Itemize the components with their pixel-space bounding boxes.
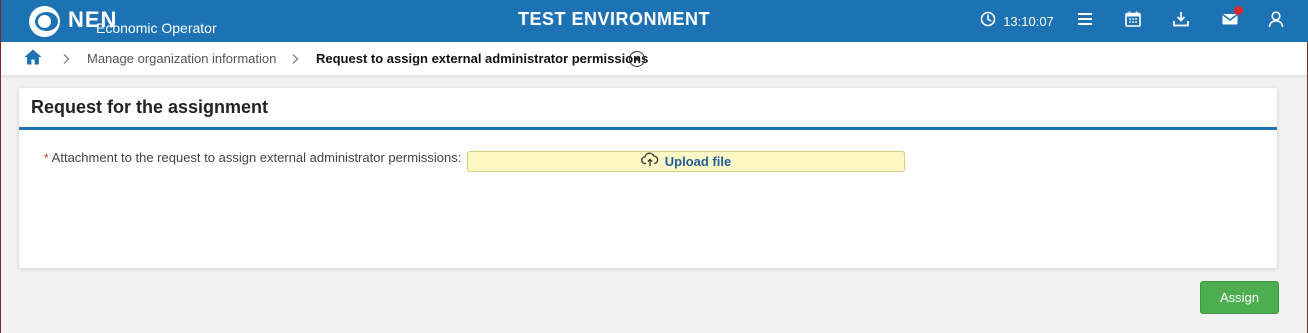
- panel-header: Request for the assignment: [19, 88, 1277, 130]
- messages-button[interactable]: [1215, 0, 1245, 42]
- user-icon: [1267, 10, 1285, 33]
- user-menu-button[interactable]: [1263, 0, 1289, 42]
- attachment-label: Attachment to the request to assign exte…: [51, 150, 462, 165]
- breadcrumb-item-manage-organization[interactable]: Manage organization information: [87, 42, 276, 75]
- attachment-field: * Attachment to the request to assign ex…: [44, 150, 461, 165]
- breadcrumb-home[interactable]: [23, 42, 45, 75]
- menu-icon: [1076, 10, 1094, 33]
- clock-icon: [980, 11, 996, 32]
- calendar-icon: [1124, 10, 1142, 33]
- cloud-upload-icon: [640, 151, 659, 172]
- downloads-button[interactable]: [1168, 0, 1194, 42]
- session-clock: 13:10:07: [976, 0, 1058, 42]
- close-tab-button[interactable]: [629, 42, 645, 75]
- chevron-right-icon: [61, 42, 71, 75]
- assign-button[interactable]: Assign: [1200, 281, 1279, 314]
- download-icon: [1172, 10, 1190, 33]
- breadcrumb-item-current: Request to assign external administrator…: [316, 51, 649, 66]
- close-icon: [629, 50, 645, 67]
- upload-file-label: Upload file: [664, 154, 732, 169]
- breadcrumb: Manage organization information Request …: [1, 42, 1307, 75]
- chevron-right-icon: [290, 42, 300, 75]
- clock-time: 13:10:07: [1003, 13, 1054, 29]
- top-bar: NEN Economic Operator TEST ENVIRONMENT 1…: [1, 0, 1308, 42]
- calendar-button[interactable]: [1120, 0, 1146, 42]
- required-marker: *: [44, 150, 49, 165]
- upload-file-button[interactable]: Upload file: [467, 151, 905, 172]
- notification-badge: [1234, 6, 1243, 15]
- panel-title: Request for the assignment: [31, 97, 269, 117]
- assignment-panel: Request for the assignment * Attachment …: [19, 88, 1277, 268]
- home-icon: [23, 48, 43, 69]
- menu-button[interactable]: [1072, 0, 1098, 42]
